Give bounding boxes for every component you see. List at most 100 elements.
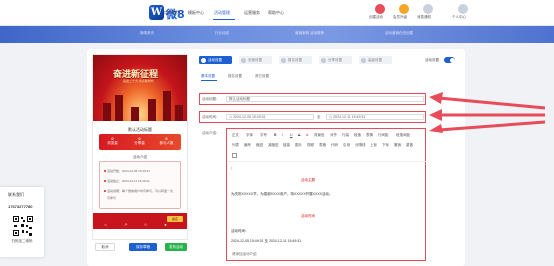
end-time-value: 2024-12-11 15:49:31 [333,115,366,119]
bullet-icon [104,190,106,193]
nav-item-templates[interactable]: 模板中心 [188,10,204,16]
arrow-to-title [429,92,546,110]
start-time-value: 2024-12-05 15:49:31 [233,115,266,119]
time-separator: 至 [317,115,321,119]
nav-item-help[interactable]: 帮助中心 [268,10,284,16]
editor-content[interactable]: | 活动主题 为庆祝XXXXX节，为感谢XXXX用户，特XXXXX开展XXXX活… [231,162,423,246]
step-icon [281,57,286,63]
table-icon[interactable]: 表格 [319,143,326,148]
home-icon[interactable]: ⌂ [103,222,108,227]
editor-placeholder: 请添加活动介绍 [232,252,257,256]
nav-item-home[interactable]: 用户首页 [164,10,180,16]
step-advanced-settings[interactable]: 高级设置 [359,56,392,64]
info-line: 活动开始：2024-12-05 15:49:31 [104,169,150,173]
line-spacing-icon[interactable]: 行间距 [378,133,389,138]
top-icon-label: 个人中心 [452,15,466,19]
stat-views: 0 浏览量 [99,136,126,146]
qr-label: 扫码加二维码 [11,239,33,243]
image-icon[interactable]: 图片 [295,143,302,148]
nav-item-services[interactable]: 运营服务 [244,10,260,16]
building-shape [131,107,139,121]
user-icon[interactable]: ● [163,222,168,227]
preview-footer: 报名 ⌂ ↗ ☆ ● [93,213,187,229]
toolbar-font-select[interactable]: 字体 [246,133,253,138]
outdent-icon[interactable]: 减缩进 [268,143,279,148]
activity-title: 默认活动标题 [128,127,152,132]
crown-icon[interactable] [399,4,409,14]
contact-phone: 17673277780 [8,204,33,209]
toolbar-paragraph-select[interactable]: 正文 [232,133,239,138]
toolbar-size-select[interactable]: 字号 [260,133,267,138]
building-shape [103,103,111,121]
superscript-icon[interactable]: 上标 [370,143,377,148]
stats-bar: 0 浏览量 0 分享量 0 参与人数 [99,134,181,150]
top-icon-label: 会员升级 [393,15,407,19]
share-icon[interactable]: ↗ [123,222,128,227]
code-icon[interactable]: 代码 [331,143,338,148]
line-height-icon[interactable]: 行高 [342,133,349,138]
activity-toggle[interactable] [444,57,455,63]
step-share-settings[interactable]: 分享设置 [319,56,352,64]
poster-image: 奋进新征程 喜迎二十大 共享新时代 [93,55,187,121]
numbered-list-icon[interactable]: 编号 [244,143,251,148]
redo-icon[interactable]: 重做 [406,143,413,148]
title-input[interactable]: 默认活动标题 [226,96,424,102]
emoji-icon[interactable]: 表情 [366,133,373,138]
end-time-input[interactable]: ◷2024-12-11 15:49:31 [326,114,424,120]
step-label: 页面设置 [248,58,262,62]
divider-icon[interactable]: 分隔线 [355,143,366,148]
step-label: 高级设置 [368,58,382,62]
background-color-icon[interactable]: 背景色 [314,133,325,138]
undo-icon[interactable]: 撤销 [394,143,401,148]
tab-basic-settings[interactable]: 基本设置 [201,74,215,79]
indent-icon[interactable]: 缩进 [256,143,263,148]
bell-icon[interactable] [423,4,433,14]
nav-item-activity[interactable]: 活动管理 [214,10,230,16]
tab-other-settings[interactable]: 其它设置 [255,74,269,79]
editor-toolbar: 正文 字体 字号 B I U S A 背景色 对齐 行高 段落 表情 行间距 段… [228,130,426,162]
qr-code-icon [12,215,34,237]
content-heading-theme: 活动主题 [301,178,315,182]
star-icon[interactable]: ☆ [143,222,148,227]
stat-shares: 0 分享量 [126,136,153,146]
align-icon[interactable]: 对齐 [330,133,337,138]
paragraph-spacing-icon[interactable]: 段落间距 [396,133,410,138]
paragraph-icon[interactable]: 段落 [354,133,361,138]
publish-button[interactable]: 发布活动 [165,243,187,251]
step-icon [361,57,366,63]
fullscreen-icon[interactable] [232,153,237,158]
link-icon[interactable]: 链接 [283,143,290,148]
font-color-icon[interactable]: A [306,133,308,137]
section-title: 活动介绍 [133,155,147,159]
building-shape [163,91,171,121]
gift-icon[interactable] [375,4,385,14]
cancel-button[interactable]: 取消 [95,243,115,251]
rich-text-editor[interactable]: 正文 字体 字号 B I U S A 背景色 对齐 行高 段落 表情 行间距 段… [226,128,426,261]
user-icon[interactable] [458,4,468,14]
underline-icon[interactable]: U [290,133,293,137]
mobile-preview: 奋进新征程 喜迎二十大 共享新时代 默认活动标题 0 浏览量 0 分享量 0 参与人数… [92,54,188,240]
strikethrough-icon[interactable]: S [298,133,300,137]
bold-icon[interactable]: B [274,133,277,137]
content-paragraph: 为庆祝XXXXX节，为感谢XXXX用户，特XXXXX开展XXXX活动。 [231,192,333,196]
italic-icon[interactable]: I [282,133,283,137]
step-signup-settings[interactable]: 报名设置 [279,56,312,64]
step-page-settings[interactable]: 页面设置 [239,56,272,64]
content-heading-time: 活动时间 [301,214,315,218]
tab-signup-settings[interactable]: 报名设置 [228,74,242,79]
building-shape [115,95,123,121]
video-icon[interactable]: 视频 [307,143,314,148]
signup-button[interactable]: 报名 [167,216,183,222]
intro-label: 活动介绍： [202,131,220,135]
bullet-icon [104,180,106,183]
start-time-input[interactable]: ◷2024-12-05 15:49:31 [226,114,314,120]
step-activity-settings[interactable]: 活动设置 [199,56,232,64]
bulleted-list-icon[interactable]: 列表 [232,143,239,148]
subscript-icon[interactable]: 下标 [382,143,389,148]
step-icon [241,57,246,63]
save-draft-button[interactable]: 保存草稿 [129,243,157,251]
stat-participants: 0 参与人数 [153,136,180,146]
poster-subtitle: 喜迎二十大 共享新时代 [123,79,154,83]
building-shape [148,99,156,121]
quote-icon[interactable]: 引用 [343,143,350,148]
